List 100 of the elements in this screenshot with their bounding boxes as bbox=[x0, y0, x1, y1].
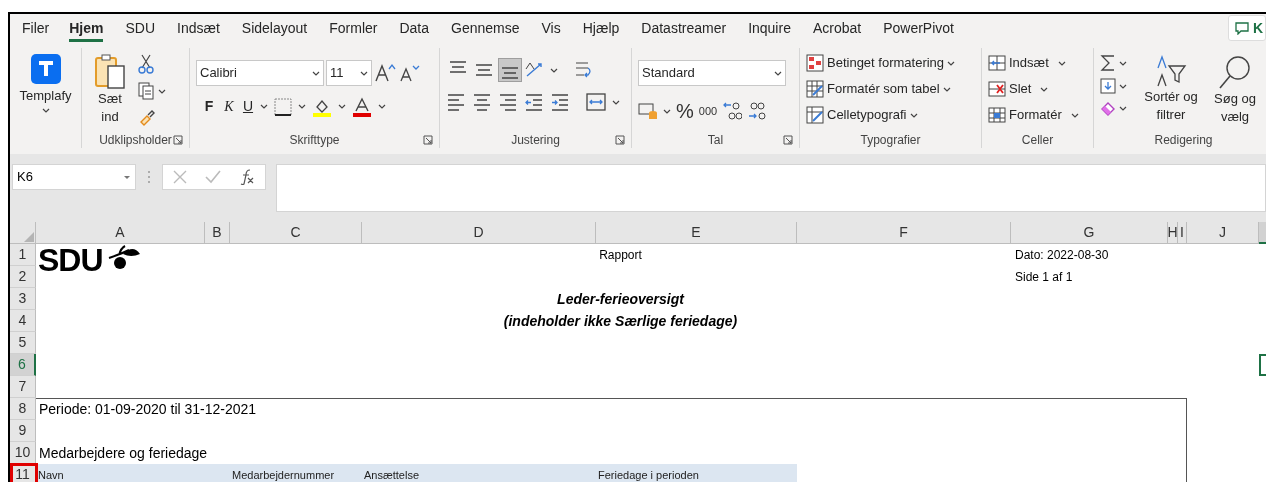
formula-field[interactable] bbox=[276, 164, 1266, 212]
caret-icon[interactable] bbox=[338, 104, 346, 109]
row-header[interactable]: 5 bbox=[10, 332, 36, 354]
caret-icon[interactable] bbox=[612, 99, 620, 105]
align-right-icon[interactable] bbox=[498, 92, 518, 112]
grow-font-icon[interactable] bbox=[374, 63, 396, 83]
sort-filter-button[interactable]: Sortér og filtrer bbox=[1139, 48, 1203, 132]
borders-icon[interactable] bbox=[274, 97, 292, 116]
caret-icon[interactable] bbox=[550, 67, 558, 73]
column-header[interactable]: C bbox=[230, 222, 362, 244]
decrease-indent-icon[interactable] bbox=[524, 92, 544, 112]
percent-button[interactable]: % bbox=[676, 96, 694, 126]
caret-icon[interactable] bbox=[1119, 60, 1127, 66]
cells-menu-button[interactable]: Slet bbox=[988, 78, 1079, 100]
ribbon-tab[interactable]: SDU bbox=[125, 14, 156, 42]
caret-icon[interactable] bbox=[1119, 83, 1127, 89]
scissors-icon[interactable] bbox=[138, 54, 154, 74]
table-header-cell: Navn bbox=[36, 464, 230, 482]
ribbon-tab[interactable]: Sidelayout bbox=[241, 14, 308, 42]
cells-menu-button[interactable]: Formatér bbox=[988, 104, 1079, 126]
row-header[interactable]: 8 bbox=[10, 398, 36, 420]
row-header[interactable]: 3 bbox=[10, 288, 36, 310]
increase-decimal-icon[interactable] bbox=[722, 101, 743, 121]
ribbon-tab[interactable]: Vis bbox=[541, 14, 561, 42]
underline-button[interactable]: U bbox=[242, 96, 254, 117]
ribbon-tab[interactable]: Filer bbox=[22, 14, 50, 42]
align-center-icon[interactable] bbox=[472, 92, 492, 112]
ribbon-tab[interactable]: Formler bbox=[329, 14, 378, 42]
styles-menu-button[interactable]: Formatér som tabel bbox=[806, 78, 956, 100]
dialog-launcher-icon[interactable] bbox=[173, 135, 183, 145]
ribbon-tab[interactable]: Hjem bbox=[69, 14, 104, 42]
styles-menu-button[interactable]: Betinget formatering bbox=[806, 52, 956, 74]
eraser-icon[interactable] bbox=[1100, 100, 1116, 116]
caret-icon[interactable] bbox=[1119, 105, 1127, 111]
ribbon-tab[interactable]: Data bbox=[399, 14, 430, 42]
caret-icon[interactable] bbox=[260, 104, 268, 109]
ribbon-tab[interactable]: PowerPivot bbox=[883, 14, 954, 42]
comment-icon bbox=[1234, 21, 1249, 35]
format-painter-icon[interactable] bbox=[138, 108, 156, 126]
vertical-align-button[interactable] bbox=[498, 58, 522, 82]
font-name-field[interactable]: Calibri bbox=[196, 60, 324, 86]
report-subtitle: (indeholder ikke Særlige feriedage) bbox=[502, 312, 739, 331]
column-header[interactable]: D bbox=[362, 222, 596, 244]
caret-icon bbox=[1040, 86, 1049, 92]
styles-menu-button[interactable]: Celletypografi bbox=[806, 104, 956, 126]
table-header-cell: Ansættelse bbox=[362, 464, 596, 482]
italic-button[interactable]: K bbox=[222, 96, 236, 117]
comment-button[interactable]: K bbox=[1227, 15, 1266, 41]
copy-icon[interactable] bbox=[138, 82, 154, 100]
row-header[interactable]: 7 bbox=[10, 376, 36, 398]
row-header[interactable]: 6 bbox=[10, 354, 36, 376]
row-header[interactable]: 9 bbox=[10, 420, 36, 442]
ribbon-tab[interactable]: Acrobat bbox=[812, 14, 862, 42]
merge-center-icon[interactable] bbox=[586, 92, 606, 112]
column-header[interactable]: F bbox=[797, 222, 1011, 244]
column-header[interactable]: I bbox=[1178, 222, 1187, 244]
ribbon-tab[interactable]: Inquire bbox=[748, 14, 791, 42]
sum-icon[interactable] bbox=[1100, 54, 1116, 72]
shrink-font-icon[interactable] bbox=[398, 63, 420, 83]
caret-icon bbox=[947, 60, 956, 66]
group-label: Justering bbox=[511, 132, 560, 149]
row-header[interactable]: 4 bbox=[10, 310, 36, 332]
caret-icon[interactable] bbox=[378, 104, 386, 109]
paste-button[interactable]: Sæt ind bbox=[88, 48, 132, 132]
dialog-launcher-icon[interactable] bbox=[615, 135, 625, 145]
row-header[interactable]: 2 bbox=[10, 266, 36, 288]
caret-icon[interactable] bbox=[41, 107, 50, 113]
ribbon-tab[interactable]: Hjælp bbox=[582, 14, 620, 42]
font-size-field[interactable]: 11 bbox=[326, 60, 372, 86]
align-left-icon[interactable] bbox=[446, 92, 466, 112]
column-header[interactable]: J bbox=[1187, 222, 1259, 244]
fill-down-icon[interactable] bbox=[1100, 78, 1116, 94]
row-header[interactable]: 10 bbox=[10, 442, 36, 464]
function-icon[interactable] bbox=[239, 169, 255, 185]
column-header[interactable]: A bbox=[36, 222, 205, 244]
decrease-decimal-icon[interactable] bbox=[747, 101, 768, 121]
increase-indent-icon[interactable] bbox=[550, 92, 570, 112]
ribbon-tab[interactable]: Indsæt bbox=[177, 14, 220, 42]
caret-icon bbox=[942, 86, 951, 92]
column-header[interactable]: E bbox=[596, 222, 797, 244]
ribbon-tab[interactable]: Datastreamer bbox=[641, 14, 727, 42]
ribbon-tab[interactable]: Gennemse bbox=[451, 14, 520, 42]
highlight-frame bbox=[10, 463, 38, 482]
column-header[interactable]: B bbox=[205, 222, 230, 244]
dialog-launcher-icon[interactable] bbox=[423, 135, 433, 145]
templafy-button[interactable]: Templafy bbox=[19, 48, 72, 148]
bold-button[interactable]: F bbox=[202, 96, 216, 117]
cells-menu-button[interactable]: Indsæt bbox=[988, 52, 1079, 74]
thousands-separator-button[interactable]: 000 bbox=[698, 102, 718, 120]
find-select-button[interactable]: Søg og vælg bbox=[1203, 48, 1266, 132]
name-box[interactable]: K6 bbox=[12, 164, 136, 190]
column-header[interactable]: G bbox=[1011, 222, 1168, 244]
number-format-field[interactable]: Standard bbox=[638, 60, 786, 86]
caret-icon[interactable] bbox=[298, 104, 306, 109]
caret-icon[interactable] bbox=[158, 88, 166, 94]
clipboard-icon bbox=[94, 54, 126, 90]
row-header[interactable]: 1 bbox=[10, 244, 36, 266]
font-color-icon[interactable] bbox=[352, 96, 372, 117]
dialog-launcher-icon[interactable] bbox=[783, 135, 793, 145]
caret-icon[interactable] bbox=[663, 108, 671, 114]
